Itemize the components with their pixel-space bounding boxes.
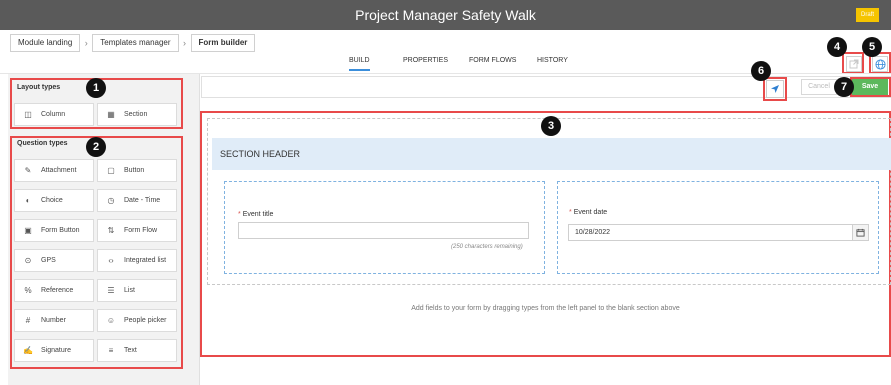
- question-item-people-picker[interactable]: ☺ People picker: [97, 309, 177, 332]
- form-flow-icon: ⇅: [107, 226, 115, 235]
- section-icon: ▦: [107, 110, 115, 119]
- annotation-badge-1: 1: [86, 78, 106, 98]
- location-pin-icon: ⊙: [24, 256, 32, 265]
- required-marker: *: [238, 211, 241, 218]
- annotation-badge-3: 3: [541, 116, 561, 136]
- event-title-label: * Event title: [238, 211, 273, 218]
- calendar-icon: [856, 228, 865, 237]
- calendar-clock-icon: ◷: [107, 196, 115, 205]
- chevron-right-icon: ›: [84, 38, 88, 48]
- layout-item-label: Column: [41, 111, 66, 118]
- question-types-title: Question types: [17, 140, 68, 147]
- breadcrumb-form-builder[interactable]: Form builder: [190, 34, 256, 52]
- calendar-button[interactable]: [852, 224, 869, 241]
- question-item-label: GPS: [41, 257, 56, 264]
- layout-item-column[interactable]: ◫ Column: [14, 103, 94, 126]
- empty-form-hint: Add fields to your form by dragging type…: [411, 305, 680, 312]
- question-item-list[interactable]: ☰ List: [97, 279, 177, 302]
- layout-item-section[interactable]: ▦ Section: [97, 103, 177, 126]
- reference-link-icon: %: [24, 286, 32, 295]
- question-item-signature[interactable]: ✍ Signature: [14, 339, 94, 362]
- form-button-icon: ▣: [24, 226, 32, 235]
- highlight-box-7: [850, 77, 891, 97]
- question-item-label: Integrated list: [124, 257, 167, 264]
- list-icon: ☰: [107, 286, 115, 295]
- question-item-label: List: [124, 287, 135, 294]
- highlight-box-4: [842, 52, 864, 74]
- layout-types-title: Layout types: [17, 84, 61, 91]
- breadcrumb-templates-manager[interactable]: Templates manager: [92, 34, 179, 52]
- title-bar: Project Manager Safety Walk Draft: [0, 0, 891, 30]
- question-item-gps[interactable]: ⊙ GPS: [14, 249, 94, 272]
- chevron-right-icon: ›: [183, 38, 187, 48]
- question-item-label: Date - Time: [124, 197, 161, 204]
- toggle-icon: ◐: [25, 196, 31, 205]
- question-item-label: Text: [124, 347, 137, 354]
- cancel-button[interactable]: Cancel: [801, 79, 837, 95]
- question-item-label: Attachment: [41, 167, 77, 174]
- text-lines-icon: ≡: [108, 346, 114, 355]
- required-marker: *: [569, 209, 572, 216]
- question-item-integrated-list[interactable]: ‹› Integrated list: [97, 249, 177, 272]
- signature-icon: ✍: [23, 346, 33, 355]
- tab-form-flows[interactable]: FORM FLOWS: [469, 57, 516, 71]
- annotation-badge-2: 2: [86, 137, 106, 157]
- question-item-label: Number: [41, 317, 66, 324]
- highlight-box-6: [763, 77, 787, 101]
- event-date-input[interactable]: 10/28/2022: [568, 224, 853, 241]
- question-item-date-time[interactable]: ◷ Date - Time: [97, 189, 177, 212]
- question-item-attachment[interactable]: ✎ Attachment: [14, 159, 94, 182]
- question-item-label: Choice: [41, 197, 63, 204]
- question-item-label: People picker: [124, 317, 167, 324]
- form-title: Project Manager Safety Walk: [355, 7, 536, 23]
- question-item-button[interactable]: ▢ Button: [97, 159, 177, 182]
- event-date-label: * Event date: [569, 209, 607, 216]
- event-title-input[interactable]: [238, 222, 529, 239]
- tab-history[interactable]: HISTORY: [537, 57, 568, 71]
- tab-build[interactable]: BUILD: [349, 57, 370, 71]
- characters-remaining-text: (250 characters remaining): [451, 244, 523, 250]
- breadcrumb: Module landing › Templates manager › For…: [10, 34, 256, 52]
- integrated-list-icon: ‹›: [108, 256, 114, 265]
- person-icon: ☺: [106, 316, 116, 325]
- button-icon: ▢: [107, 166, 115, 175]
- event-date-label-text: Event date: [573, 209, 608, 216]
- question-item-label: Form Flow: [124, 227, 158, 234]
- question-item-label: Reference: [41, 287, 74, 294]
- annotation-badge-5: 5: [862, 37, 882, 57]
- annotation-badge-7: 7: [834, 77, 854, 97]
- builder-action-bar: [201, 76, 891, 98]
- event-title-label-text: Event title: [242, 211, 274, 218]
- question-item-label: Button: [124, 167, 145, 174]
- question-item-reference[interactable]: % Reference: [14, 279, 94, 302]
- question-item-number[interactable]: # Number: [14, 309, 94, 332]
- tab-properties[interactable]: PROPERTIES: [403, 57, 448, 71]
- breadcrumb-module-landing[interactable]: Module landing: [10, 34, 81, 52]
- question-item-form-button[interactable]: ▣ Form Button: [14, 219, 94, 242]
- question-item-text[interactable]: ≡ Text: [97, 339, 177, 362]
- column-icon: ◫: [24, 110, 32, 119]
- question-item-label: Signature: [41, 347, 71, 354]
- hash-icon: #: [25, 316, 31, 325]
- annotation-badge-6: 6: [751, 61, 771, 81]
- paperclip-icon: ✎: [24, 166, 32, 175]
- annotation-badge-4: 4: [827, 37, 847, 57]
- layout-item-label: Section: [124, 111, 148, 118]
- question-item-label: Form Button: [41, 227, 80, 234]
- question-item-form-flow[interactable]: ⇅ Form Flow: [97, 219, 177, 242]
- draft-status-badge: Draft: [856, 8, 879, 22]
- section-header[interactable]: SECTION HEADER: [212, 138, 891, 170]
- question-item-choice[interactable]: ◐ Choice: [14, 189, 94, 212]
